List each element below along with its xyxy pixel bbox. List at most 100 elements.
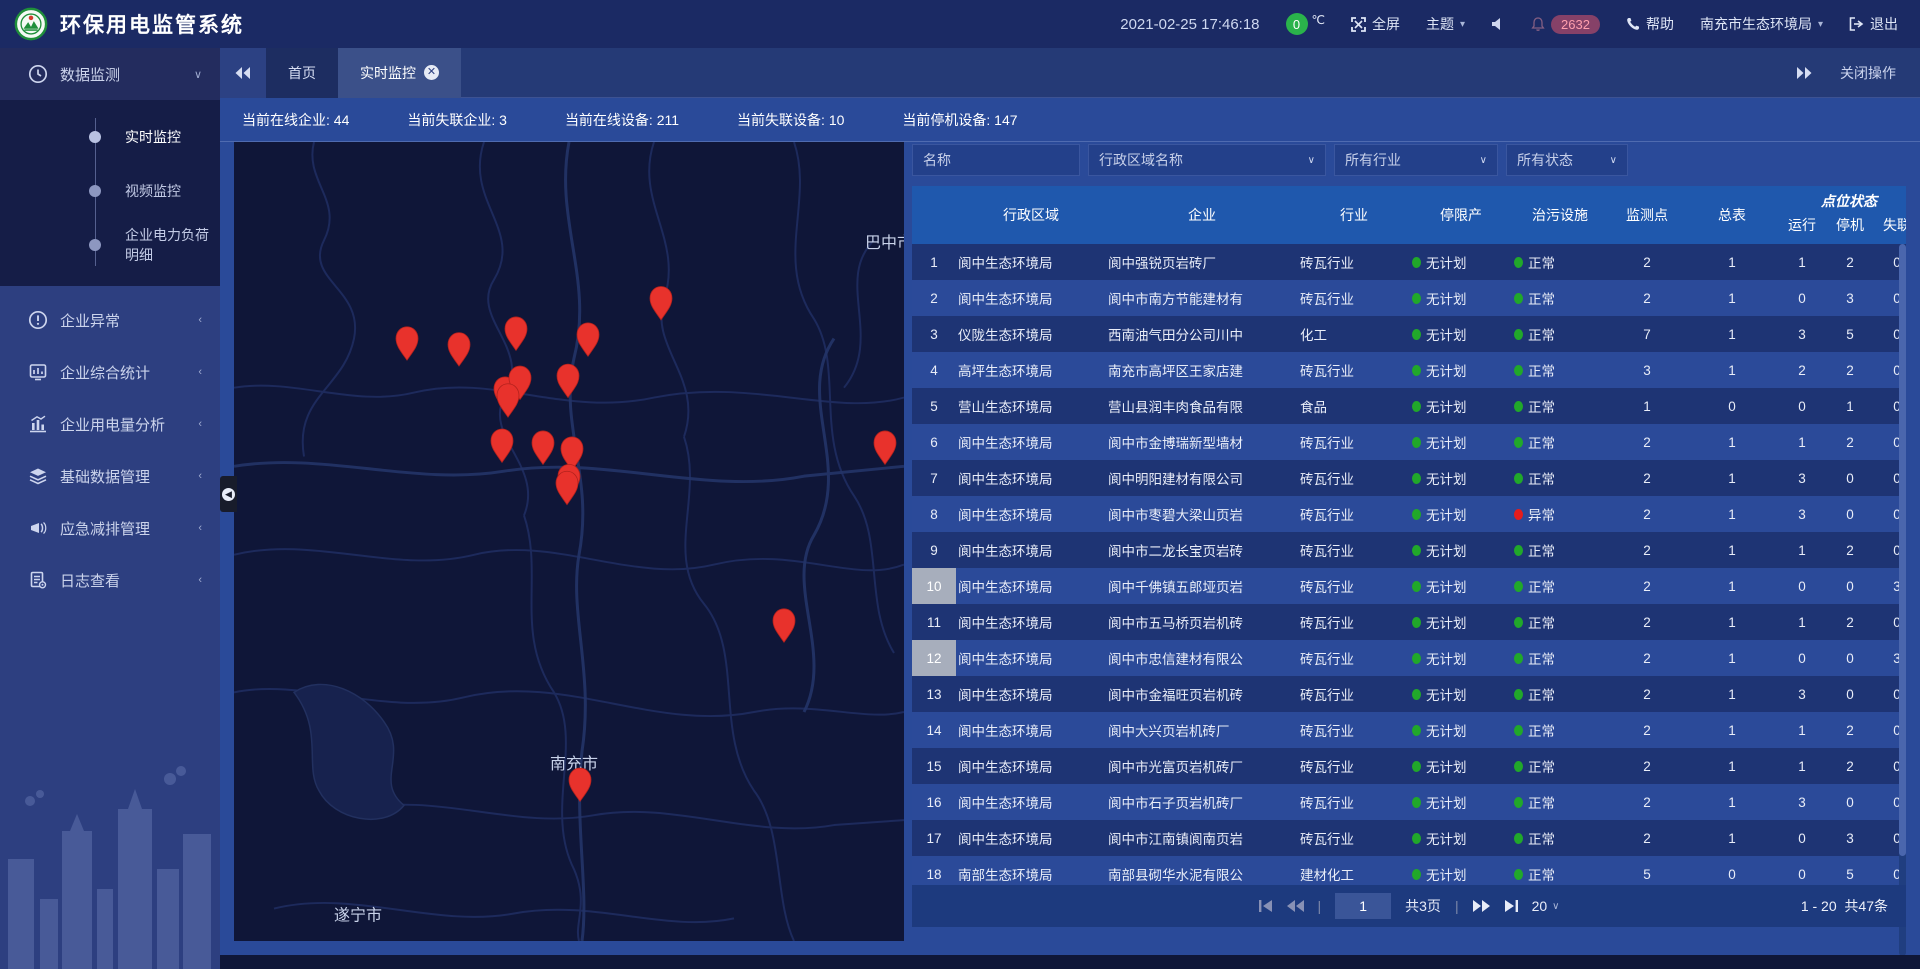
logout-button[interactable]: 退出 <box>1849 14 1898 34</box>
table-row[interactable]: 16阆中生态环境局阆中市石子页岩机砖厂砖瓦行业无计划正常21300 <box>912 784 1906 820</box>
cell-company: 阆中市枣碧大梁山页岩 <box>1106 504 1298 524</box>
cell-region: 阆中生态环境局 <box>956 612 1106 632</box>
cell-run: 1 <box>1778 543 1826 558</box>
row-index: 2 <box>912 280 956 316</box>
facility-status: 正常 <box>1512 540 1608 560</box>
page-size-select[interactable]: 20 ∨ <box>1532 898 1560 914</box>
prev-page-button[interactable] <box>1287 900 1304 912</box>
cell-company: 阆中市光富页岩机砖厂 <box>1106 756 1298 776</box>
chevron-left-icon: ‹ <box>198 522 202 534</box>
mute-button[interactable] <box>1491 17 1505 31</box>
status-select[interactable]: 所有状态 ∨ <box>1506 144 1628 176</box>
table-header: 行政区域 企业 行业 停限产 治污设施 监测点 总表 点位状态 运行 停机 失联 <box>912 186 1906 244</box>
sidebar-group-enterprise-stats[interactable]: 企业综合统计 ‹ <box>0 346 220 398</box>
org-dropdown[interactable]: 南充市生态环境局 ▾ <box>1700 14 1823 34</box>
sidebar-group-electricity-analysis[interactable]: 企业用电量分析 ‹ <box>0 398 220 450</box>
cell-total: 1 <box>1686 831 1778 846</box>
chevron-left-icon: ◀ <box>222 488 235 501</box>
sidebar-group-label: 日志查看 <box>60 570 120 591</box>
table-row[interactable]: 9阆中生态环境局阆中市二龙长宝页岩砖砖瓦行业无计划正常21120 <box>912 532 1906 568</box>
table-row[interactable]: 7阆中生态环境局阆中明阳建材有限公司砖瓦行业无计划正常21300 <box>912 460 1906 496</box>
table-row[interactable]: 13阆中生态环境局阆中市金福旺页岩机砖砖瓦行业无计划正常21300 <box>912 676 1906 712</box>
sidebar-group-data-monitoring[interactable]: 数据监测 ∨ <box>0 48 220 100</box>
tab-home[interactable]: 首页 <box>266 48 338 98</box>
chevron-left-icon: ‹ <box>198 418 202 430</box>
table-row[interactable]: 8阆中生态环境局阆中市枣碧大梁山页岩砖瓦行业无计划异常21300 <box>912 496 1906 532</box>
table-row[interactable]: 10阆中生态环境局阆中千佛镇五郎垭页岩砖瓦行业无计划正常21003 <box>912 568 1906 604</box>
table-row[interactable]: 3仪陇生态环境局西南油气田分公司川中化工无计划正常71350 <box>912 316 1906 352</box>
page-number-input[interactable]: 1 <box>1335 893 1391 919</box>
sidebar-item-realtime-monitor[interactable]: 实时监控 <box>0 110 220 164</box>
first-page-button[interactable] <box>1259 900 1273 912</box>
table-row[interactable]: 18南部生态环境局南部县砌华水泥有限公建材化工无计划正常50050 <box>912 856 1906 884</box>
sidebar-submenu: 实时监控 视频监控 企业电力负荷明细 <box>0 100 220 286</box>
table-row[interactable]: 14阆中生态环境局阆中大兴页岩机砖厂砖瓦行业无计划正常21120 <box>912 712 1906 748</box>
org-label: 南充市生态环境局 <box>1700 14 1812 34</box>
facility-status: 正常 <box>1512 828 1608 848</box>
production-status: 无计划 <box>1410 720 1512 740</box>
cell-stop: 0 <box>1826 795 1874 810</box>
map-panel[interactable]: 巴中市南充市遂宁市 <box>234 142 904 941</box>
theme-dropdown[interactable]: 主题 ▾ <box>1426 14 1465 34</box>
sidebar-group-label: 基础数据管理 <box>60 466 150 487</box>
status-select-value: 所有状态 <box>1517 150 1573 170</box>
layers-icon <box>28 466 48 486</box>
cell-run: 2 <box>1778 363 1826 378</box>
table-row[interactable]: 11阆中生态环境局阆中市五马桥页岩机砖砖瓦行业无计划正常21120 <box>912 604 1906 640</box>
sidebar-group-enterprise-abnormal[interactable]: 企业异常 ‹ <box>0 294 220 346</box>
facility-status: 正常 <box>1512 612 1608 632</box>
cell-company: 阆中市忠信建材有限公 <box>1106 648 1298 668</box>
sidebar-group-base-data[interactable]: 基础数据管理 ‹ <box>0 450 220 502</box>
cell-region: 阆中生态环境局 <box>956 684 1106 704</box>
cell-region: 阆中生态环境局 <box>956 432 1106 452</box>
last-page-button[interactable] <box>1504 900 1518 912</box>
sidebar-group-emergency[interactable]: 应急减排管理 ‹ <box>0 502 220 554</box>
facility-status: 正常 <box>1512 396 1608 416</box>
close-icon[interactable]: ✕ <box>424 65 439 80</box>
cell-run: 1 <box>1778 759 1826 774</box>
table-scrollbar[interactable] <box>1899 244 1906 955</box>
sidebar-group-label: 数据监测 <box>60 64 120 85</box>
double-chevron-right-icon[interactable] <box>1796 67 1812 79</box>
table-row[interactable]: 2阆中生态环境局阆中市南方节能建材有砖瓦行业无计划正常21030 <box>912 280 1906 316</box>
table-row[interactable]: 5营山生态环境局营山县润丰肉食品有限食品无计划正常10010 <box>912 388 1906 424</box>
tab-realtime-monitor[interactable]: 实时监控 ✕ <box>338 48 461 98</box>
help-button[interactable]: 帮助 <box>1626 14 1674 34</box>
cell-total: 1 <box>1686 795 1778 810</box>
production-status: 无计划 <box>1410 504 1512 524</box>
table-row[interactable]: 15阆中生态环境局阆中市光富页岩机砖厂砖瓦行业无计划正常21120 <box>912 748 1906 784</box>
production-status: 无计划 <box>1410 468 1512 488</box>
table-row[interactable]: 12阆中生态环境局阆中市忠信建材有限公砖瓦行业无计划正常21003 <box>912 640 1906 676</box>
industry-select[interactable]: 所有行业 ∨ <box>1334 144 1498 176</box>
cell-company: 西南油气田分公司川中 <box>1106 324 1298 344</box>
table-row[interactable]: 1阆中生态环境局阆中强锐页岩砖厂砖瓦行业无计划正常21120 <box>912 244 1906 280</box>
cell-run: 3 <box>1778 687 1826 702</box>
map-collapse-handle[interactable]: ◀ <box>220 476 237 512</box>
production-status: 无计划 <box>1410 612 1512 632</box>
close-operations-button[interactable]: 关闭操作 <box>1840 63 1896 83</box>
name-search-input[interactable]: 名称 <box>912 144 1080 176</box>
cell-monitor: 2 <box>1608 507 1686 522</box>
next-page-button[interactable] <box>1473 900 1490 912</box>
sidebar-item-power-load-detail[interactable]: 企业电力负荷明细 <box>0 218 220 272</box>
tabs-scroll-left-button[interactable] <box>220 48 266 98</box>
table-row[interactable]: 4高坪生态环境局南充市高坪区王家店建砖瓦行业无计划正常31220 <box>912 352 1906 388</box>
cell-stop: 2 <box>1826 615 1874 630</box>
table-row[interactable]: 6阆中生态环境局阆中市金博瑞新型墙材砖瓦行业无计划正常21120 <box>912 424 1906 460</box>
tab-label: 实时监控 <box>360 63 416 83</box>
fullscreen-button[interactable]: 全屏 <box>1351 14 1400 34</box>
table-row[interactable]: 17阆中生态环境局阆中市江南镇阆南页岩砖瓦行业无计划正常21030 <box>912 820 1906 856</box>
map-city-label: 遂宁市 <box>334 906 382 924</box>
notifications-button[interactable]: 2632 <box>1531 15 1600 34</box>
fullscreen-icon <box>1351 17 1366 32</box>
status-dot-icon <box>1412 617 1421 628</box>
cell-region: 高坪生态环境局 <box>956 360 1106 380</box>
chevron-left-icon: ‹ <box>198 470 202 482</box>
status-dot-icon <box>1412 653 1421 664</box>
sidebar-group-logs[interactable]: 日志查看 ‹ <box>0 554 220 606</box>
app-logo-icon <box>14 7 48 41</box>
region-select[interactable]: 行政区域名称 ∨ <box>1088 144 1326 176</box>
status-dot-icon <box>1514 689 1523 700</box>
cell-total: 1 <box>1686 759 1778 774</box>
sidebar-item-video-monitor[interactable]: 视频监控 <box>0 164 220 218</box>
